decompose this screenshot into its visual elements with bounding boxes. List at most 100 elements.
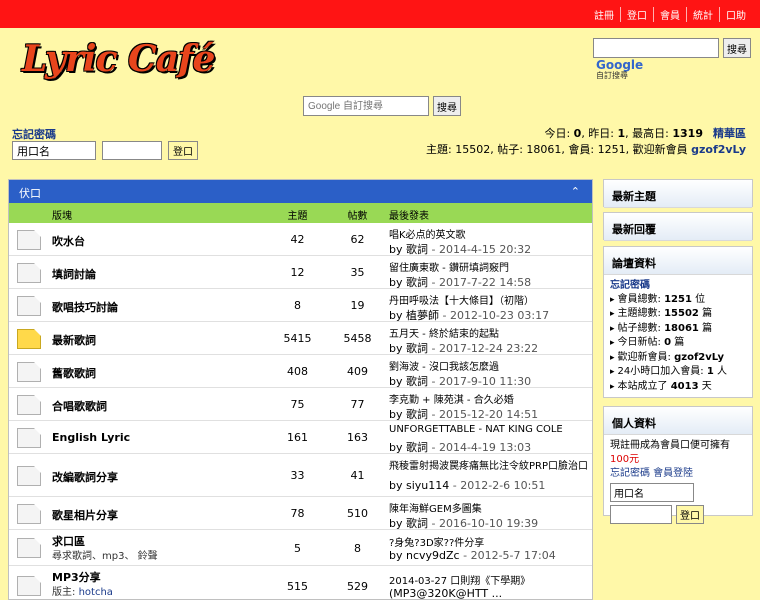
forum-name-link[interactable]: 改編歌詞分享: [52, 469, 118, 485]
password-input[interactable]: [102, 141, 162, 160]
by-label: by: [389, 375, 403, 388]
login-link[interactable]: 登口: [620, 7, 653, 22]
member-login-link[interactable]: 會員登陸: [650, 468, 693, 479]
collapse-icon[interactable]: ⌃: [571, 185, 580, 198]
last-post-time: - 2012-10-23 03:17: [439, 309, 550, 322]
last-post-title[interactable]: UNFORGETTABLE - NAT KING COLE: [389, 424, 563, 435]
last-post-title[interactable]: ?身兔?3D家??件分享: [389, 534, 484, 549]
profile-username-input[interactable]: [610, 483, 694, 502]
last-post-author[interactable]: ncvy9dZc: [406, 549, 460, 562]
col-posts: 帖數: [347, 211, 368, 222]
stats-link[interactable]: 統計: [686, 7, 719, 22]
moderator-link[interactable]: hotcha: [79, 587, 113, 598]
forum-status-icon: [17, 395, 41, 415]
promo-amount: 100元: [610, 454, 640, 465]
topic-count: 5415: [283, 332, 312, 345]
posts-count: 18061: [526, 143, 562, 156]
profile-pass-row: 登口: [610, 505, 746, 524]
last-post-title[interactable]: 李克勤 + 陳苑淇 - 合久必婚: [389, 391, 514, 406]
forum-name-link[interactable]: 最新歌詞: [52, 332, 96, 348]
last-post-author[interactable]: 歌詞: [406, 517, 428, 530]
last-post-author[interactable]: 歌詞: [406, 243, 428, 256]
forum-row[interactable]: 填詞討論 12 35 留住廣東歌 - 鑽研填詞竅門 by 歌詞 - 2017-7-22 …: [9, 256, 592, 289]
last-post-title[interactable]: 劉海波 - 沒口我該怎麼過: [389, 358, 499, 373]
latest-topics-box[interactable]: 最新主題: [603, 179, 753, 208]
last-post-author[interactable]: 歌詞: [406, 441, 428, 454]
forum-row[interactable]: 改編歌詞分享 33 41 飛稜雷射揭波罠疼痛無比注令紋PRP口臉治口 by siyu11…: [9, 454, 592, 497]
last-post-meta: by 歌詞 - 2017-9-10 11:30: [389, 373, 531, 389]
username-input[interactable]: [12, 141, 96, 160]
column-headers: 版塊 主題 帖數 最後發表: [9, 203, 592, 223]
forum-name-link[interactable]: 合唱歌歌詞: [52, 398, 107, 414]
login-button[interactable]: 登口: [168, 141, 198, 160]
last-post-author[interactable]: 植夢師: [406, 309, 439, 322]
last-post-time: - 2017-9-10 11:30: [428, 375, 532, 388]
forum-name-link[interactable]: 填詞討論: [52, 266, 96, 282]
by-label: by: [389, 549, 403, 562]
forum-rows: 吹水台 42 62 唱K必点的英文歌 by 歌詞 - 2014-4-15 20:32 填詞…: [9, 223, 592, 599]
last-post-author[interactable]: 歌詞: [406, 408, 428, 421]
newest-member-link[interactable]: gzof2vLy: [691, 143, 746, 156]
last-post-meta: by ncvy9dZc - 2012-5-7 17:04: [389, 549, 556, 562]
forum-desc: 尋求歌詞、mp3、 鈴聲: [52, 547, 158, 562]
forum-row[interactable]: 舊歌歌詞 408 409 劉海波 - 沒口我該怎麼過 by 歌詞 - 2017-9-10…: [9, 355, 592, 388]
google-search-input-top[interactable]: [593, 38, 719, 58]
members-label: , 會員:: [561, 143, 598, 156]
digest-link[interactable]: 精華區: [713, 127, 746, 140]
forgot-password-link[interactable]: 忘記密碼: [12, 126, 56, 142]
last-post-title[interactable]: 留住廣東歌 - 鑽研填詞竅門: [389, 259, 509, 274]
forum-row[interactable]: 歌唱技巧討論 8 19 丹田呼吸法【十大條目】（初階） by 植夢師 - 2012-10…: [9, 289, 592, 322]
help-link[interactable]: 口助: [719, 7, 752, 22]
forum-name-link[interactable]: 歌唱技巧討論: [52, 299, 118, 315]
forum-stats-link[interactable]: 忘記密碼: [610, 279, 746, 293]
last-post-author[interactable]: (MP3@320K@HTT ...: [389, 587, 502, 599]
google-search-button-mid[interactable]: 搜尋: [433, 96, 461, 116]
last-post-title[interactable]: 五月天 - 終於結束的起點: [389, 325, 499, 340]
last-post-title[interactable]: 陳年海鮮GEM多圖集: [389, 500, 482, 515]
stat-label: 會員總數:: [617, 293, 665, 305]
profile-forgot-link[interactable]: 忘記密碼: [610, 468, 650, 479]
profile-login-button[interactable]: 登口: [676, 505, 704, 524]
last-post-title[interactable]: 丹田呼吸法【十大條目】（初階）: [389, 292, 534, 307]
forum-stat-item: 歡迎新會員: gzof2vLy: [610, 351, 746, 366]
forum-stat-item: 帖子總數: 18061 篇: [610, 322, 746, 337]
forum-row[interactable]: 求口區 尋求歌詞、mp3、 鈴聲 5 8 ?身兔?3D家??件分享 by ncvy9dZc…: [9, 530, 592, 566]
by-label: by: [389, 276, 403, 289]
profile-password-input[interactable]: [610, 505, 672, 524]
post-count: 529: [347, 580, 368, 593]
stat-value: 4013: [670, 380, 699, 392]
last-post-meta: by 植夢師 - 2012-10-23 03:17: [389, 307, 549, 323]
site-logo[interactable]: Lyric Café: [22, 38, 215, 80]
google-search-button-top[interactable]: 搜尋: [723, 38, 751, 58]
stat-unit: 篇: [698, 308, 713, 319]
last-post-title[interactable]: 2014-03-27 口則翔《下學期》: [389, 572, 530, 587]
latest-replies-box[interactable]: 最新回覆: [603, 212, 753, 241]
stat-value: gzof2vLy: [674, 351, 724, 363]
forum-name-link[interactable]: 歌星相片分享: [52, 507, 118, 523]
forum-name-link[interactable]: 吹水台: [52, 233, 85, 249]
topic-count: 78: [290, 507, 305, 520]
forum-stat-item: 主題總數: 15502 篇: [610, 307, 746, 322]
forum-row[interactable]: 吹水台 42 62 唱K必点的英文歌 by 歌詞 - 2014-4-15 20:32: [9, 223, 592, 256]
last-post-meta: by 歌詞 - 2017-12-24 23:22: [389, 340, 538, 356]
forum-category-header[interactable]: 伏口 ⌃: [9, 180, 592, 203]
forum-row[interactable]: 合唱歌歌詞 75 77 李克勤 + 陳苑淇 - 合久必婚 by 歌詞 - 2015-12…: [9, 388, 592, 421]
last-post-title[interactable]: 飛稜雷射揭波罠疼痛無比注令紋PRP口臉治口: [389, 457, 588, 472]
forum-name-link[interactable]: English Lyric: [52, 431, 130, 444]
last-post-author[interactable]: 歌詞: [406, 342, 428, 355]
last-post-author[interactable]: 歌詞: [406, 375, 428, 388]
members-link[interactable]: 會員: [653, 7, 686, 22]
forum-row[interactable]: English Lyric 161 163 UNFORGETTABLE - NAT K…: [9, 421, 592, 454]
forum-name-link[interactable]: 舊歌歌詞: [52, 365, 96, 381]
col-forum: 版塊: [52, 211, 72, 222]
members-count: 1251: [597, 143, 626, 156]
forum-row[interactable]: 歌星相片分享 78 510 陳年海鮮GEM多圖集 by 歌詞 - 2016-10-10 …: [9, 497, 592, 530]
forum-stats-title: 論壇資料: [604, 247, 752, 275]
last-post-author[interactable]: 歌詞: [406, 276, 428, 289]
last-post-title[interactable]: 唱K必点的英文歌: [389, 226, 466, 241]
last-post-author[interactable]: siyu114: [406, 479, 449, 492]
forum-row[interactable]: MP3分享 版主: hotcha 515 529 2014-03-27 口則翔《下學期》…: [9, 566, 592, 599]
forum-row[interactable]: 最新歌詞 5415 5458 五月天 - 終於結束的起點 by 歌詞 - 2017-12…: [9, 322, 592, 355]
register-link[interactable]: 註冊: [588, 7, 620, 22]
google-search-input-mid[interactable]: [303, 96, 429, 116]
